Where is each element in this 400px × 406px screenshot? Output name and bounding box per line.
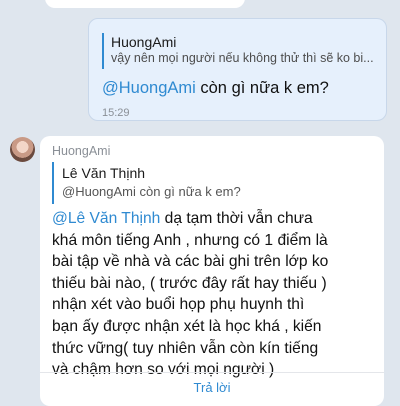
outgoing-message-bubble[interactable]: HuongAmi vậy nên mọi người nếu không thử… [88,18,387,121]
message-line: khá môn tiếng Anh , nhưng có 1 điểm là [52,231,328,249]
sender-name: HuongAmi [52,144,111,158]
message-body: còn gì nữa k em? [195,79,329,97]
message-text: @Lê Văn Thịnh dạ tạm thời vẫn chưa khá m… [52,208,382,381]
quoted-text: @HuongAmi còn gì nữa k em? [62,184,241,199]
message-timestamp: 15:29 [102,107,130,119]
message-line: nhận xét vào buổi họp phụ huynh thì [52,296,305,314]
read-indicator [59,0,69,5]
mention-link[interactable]: @Lê Văn Thịnh [52,210,160,227]
message-text: @HuongAmi còn gì nữa k em? [102,77,329,99]
mention-link[interactable]: @HuongAmi [102,79,196,97]
divider [40,372,384,373]
quoted-sender-name: Lê Văn Thịnh [62,165,146,181]
message-line-text: dạ tạm thời vẫn chưa [160,210,313,227]
quoted-sender-name: HuongAmi [111,34,177,50]
message-line: bài tập về nhà và các bài ghi trên lớp k… [52,253,329,271]
message-line: thiếu bài nào, ( trước đây rất hay thiếu… [52,274,327,292]
message-line: thức vững( tuy nhiên vẫn còn kín tiếng [52,339,319,357]
message-line: @Lê Văn Thịnh dạ tạm thời vẫn chưa [52,208,382,230]
avatar[interactable] [10,137,35,162]
message-line: và chậm hơn so với mọi người ) [52,361,275,379]
quoted-text: vậy nên mọi người nếu không thử thì sẽ k… [111,51,374,65]
incoming-message-bubble[interactable]: HuongAmi Lê Văn Thịnh @HuongAmi còn gì n… [40,136,384,406]
reply-button[interactable]: Trả lời [40,380,384,395]
message-line: bạn ấy được nhận xét là học khá , kiến [52,317,322,335]
quoted-message[interactable]: HuongAmi vậy nên mọi người nếu không thử… [102,33,376,69]
quoted-message[interactable]: Lê Văn Thịnh @HuongAmi còn gì nữa k em? [52,162,372,204]
previous-message-bubble [45,0,245,8]
